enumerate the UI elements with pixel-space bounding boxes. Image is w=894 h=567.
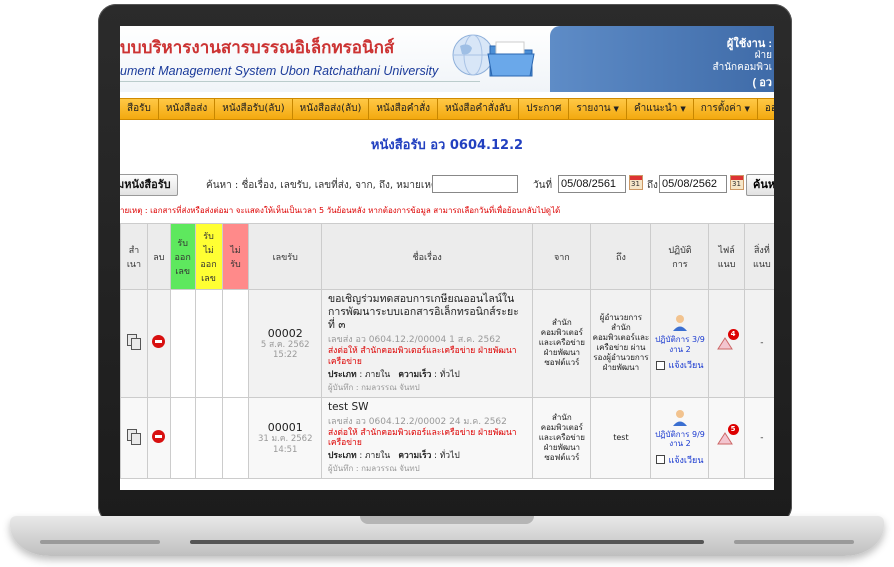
app-title-english: ument Management System Ubon Ratchathani… bbox=[120, 64, 439, 78]
recorder: ผู้บันทึก : กมลวรรณ จันทป bbox=[327, 464, 420, 474]
receive-time: 15:22 bbox=[272, 349, 298, 360]
from-cell: สำนักคอมพิวเตอร์และเครือข่าย ฝ่ายพัฒนาซอ… bbox=[532, 396, 592, 480]
date-to-input[interactable] bbox=[659, 175, 727, 193]
col-attachment: สิ่งที่ แนบ bbox=[743, 223, 774, 290]
nav-orders[interactable]: หนังสือคำสั่ง bbox=[369, 99, 439, 119]
chevron-down-icon: ▼ bbox=[680, 105, 686, 113]
note-text: ายเหตุ : เอกสารที่ส่งหรือส่งต่อมา จะแสดง… bbox=[120, 206, 561, 215]
nav-announcements[interactable]: ประกาศ bbox=[519, 99, 570, 119]
toolbar: มหนังสือรับ ค้นหา : ชื่อเรื่อง, เลขรับ, … bbox=[120, 174, 774, 198]
col-receive-number: เลขรับ bbox=[248, 223, 322, 290]
col-copy: สำ เนา bbox=[120, 223, 148, 290]
app-header: บบบริหารงานสารบรรณอิเล็กทรอนิกส์ ument M… bbox=[120, 26, 774, 92]
laptop-vent-left bbox=[40, 540, 160, 544]
calendar-icon[interactable] bbox=[730, 175, 744, 190]
laptop-hinge-bar bbox=[190, 540, 704, 544]
not-received-cell[interactable] bbox=[221, 289, 250, 398]
subject-title[interactable]: test SW bbox=[328, 401, 526, 414]
laptop-base bbox=[10, 516, 884, 556]
attachment-cell: - bbox=[743, 289, 774, 398]
page-title: หนังสือรับ อว 0604.12.2 bbox=[370, 138, 524, 153]
col-to: ถึง bbox=[590, 223, 652, 290]
calendar-icon[interactable] bbox=[629, 175, 643, 190]
nav-incoming[interactable]: สือรับ bbox=[120, 99, 159, 119]
subject-title[interactable]: ขอเชิญร่วมทดสอบการเกษียณออนไลน์ในการพัฒน… bbox=[328, 293, 526, 332]
attachment-cell: - bbox=[743, 396, 774, 480]
attachment-count-badge: 5 bbox=[727, 423, 739, 435]
from-cell: สำนักคอมพิวเตอร์และเครือข่าย ฝ่ายพัฒนาซอ… bbox=[532, 289, 592, 398]
action-link[interactable]: ปฏิบัติการ 9/9 งาน 2 bbox=[652, 430, 707, 449]
nav-settings[interactable]: การตั้งค่า ▼ bbox=[694, 99, 758, 119]
nav-incoming-secret[interactable]: หนังสือรับ(ลับ) bbox=[215, 99, 293, 119]
nav-outgoing[interactable]: หนังสือส่ง bbox=[159, 99, 216, 119]
action-link[interactable]: ปฏิบัติการ 3/9 งาน 2 bbox=[652, 335, 707, 354]
receive-time: 14:51 bbox=[272, 444, 298, 455]
to-cell: ผู้อำนวยการสำนักคอมพิวเตอร์และเครือข่าย … bbox=[590, 289, 652, 398]
col-action: ปฏิบัติ การ bbox=[650, 223, 710, 290]
col-from: จาก bbox=[532, 223, 592, 290]
receive-unnumbered-cell[interactable] bbox=[194, 396, 223, 480]
main-nav: สือรับ หนังสือส่ง หนังสือรับ(ลับ) หนังสื… bbox=[120, 98, 774, 120]
receive-date: 5 ส.ค. 2562 bbox=[260, 339, 310, 350]
not-received-cell[interactable] bbox=[221, 396, 250, 480]
col-delete: ลบ bbox=[146, 223, 171, 290]
delete-icon[interactable] bbox=[152, 430, 166, 443]
add-incoming-button[interactable]: มหนังสือรับ bbox=[120, 174, 178, 196]
delete-icon[interactable] bbox=[152, 335, 166, 349]
recorder: ผู้บันทึก : กมลวรรณ จันทป bbox=[327, 382, 420, 392]
folder-icon bbox=[487, 41, 535, 77]
chevron-down-icon: ▼ bbox=[613, 105, 619, 113]
nav-orders-secret[interactable]: หนังสือคำสั่งลับ bbox=[438, 99, 520, 119]
attachment-count-badge: 4 bbox=[727, 328, 739, 340]
user-code: ( อว bbox=[752, 77, 772, 89]
search-label: ค้นหา : ชื่อเรื่อง, เลขรับ, เลขที่ส่ง, จ… bbox=[206, 180, 438, 191]
doc-meta: ประเภท : ภายใน ความเร็ว : ทั่วไป bbox=[327, 369, 460, 380]
table-header-row: สำ เนา ลบ รับ ออก เลข รับ ไม่ ออก เลข ไม… bbox=[120, 223, 774, 290]
chevron-down-icon: ▼ bbox=[744, 105, 750, 113]
doc-meta: ประเภท : ภายใน ความเร็ว : ทั่วไป bbox=[327, 451, 460, 462]
receive-unnumbered-cell[interactable] bbox=[194, 289, 223, 398]
app-title-thai: บบบริหารงานสารบรรณอิเล็กทรอนิกส์ bbox=[120, 38, 395, 58]
nav-guide[interactable]: คำแนะนำ ▼ bbox=[627, 99, 694, 119]
user-action-icon[interactable] bbox=[671, 409, 689, 427]
copy-icon[interactable] bbox=[126, 428, 141, 445]
col-receive-numbered: รับ ออก เลข bbox=[169, 223, 196, 290]
receive-date: 31 ม.ค. 2562 bbox=[257, 434, 313, 445]
nav-outgoing-secret[interactable]: หนังสือส่ง(ลับ) bbox=[293, 99, 370, 119]
user-panel: ผู้ใช้งาน : ฝ่าย สำนักคอมพิวเ ( อว bbox=[550, 26, 774, 92]
pdf-attachment-icon[interactable]: 5 bbox=[715, 423, 739, 448]
laptop-notch bbox=[360, 516, 534, 524]
pdf-attachment-icon[interactable]: 4 bbox=[715, 328, 739, 353]
forwarded-to: ส่งต่อให้ สำนักคอมพิวเตอร์และเครือข่าย ฝ… bbox=[327, 427, 517, 449]
circulate-checkbox[interactable]: แจ้งเวียน bbox=[656, 358, 703, 372]
col-file: ไฟล์ แนบ bbox=[708, 223, 745, 290]
search-button[interactable]: ค้นห bbox=[746, 174, 774, 196]
col-subject: ชื่อเรื่อง bbox=[320, 223, 534, 290]
date-from-label: วันที่ bbox=[533, 180, 553, 191]
nav-reports[interactable]: รายงาน ▼ bbox=[569, 99, 627, 119]
documents-table: สำ เนา ลบ รับ ออก เลข รับ ไม่ ออก เลข ไม… bbox=[120, 223, 774, 480]
receive-numbered-cell[interactable] bbox=[169, 289, 196, 398]
date-from-input[interactable] bbox=[558, 175, 626, 193]
user-action-icon[interactable] bbox=[671, 314, 689, 332]
copy-icon[interactable] bbox=[126, 333, 141, 350]
send-reference: เลขส่ง อว 0604.12.2/00002 24 ม.ค. 2562 bbox=[327, 416, 507, 427]
forwarded-to: ส่งต่อให้ สำนักคอมพิวเตอร์และเครือข่าย ฝ… bbox=[327, 346, 517, 367]
receive-numbered-cell[interactable] bbox=[169, 396, 196, 480]
search-input[interactable] bbox=[432, 175, 518, 193]
browser-viewport: บบบริหารงานสารบรรณอิเล็กทรอนิกส์ ument M… bbox=[120, 26, 774, 490]
send-reference: เลขส่ง อว 0604.12.2/00004 1 ส.ค. 2562 bbox=[327, 335, 501, 346]
date-to-label: ถึง bbox=[647, 180, 658, 191]
col-not-received: ไม่ รับ bbox=[221, 223, 250, 290]
nav-logout[interactable]: ออ bbox=[758, 99, 774, 119]
to-cell: test bbox=[590, 396, 652, 480]
circulate-checkbox[interactable]: แจ้งเวียน bbox=[656, 453, 703, 467]
col-receive-unnumbered: รับ ไม่ ออก เลข bbox=[194, 223, 223, 290]
laptop-vent-right bbox=[734, 540, 854, 544]
table-row: 00002 5 ส.ค. 2562 15:22 ขอเชิญร่วมทดสอบก… bbox=[120, 289, 774, 398]
header-divider bbox=[120, 81, 480, 82]
receive-number[interactable]: 00001 bbox=[250, 421, 320, 434]
receive-number[interactable]: 00002 bbox=[250, 327, 320, 340]
table-row: 00001 31 ม.ค. 2562 14:51 test SW เลขส่ง … bbox=[120, 396, 774, 480]
